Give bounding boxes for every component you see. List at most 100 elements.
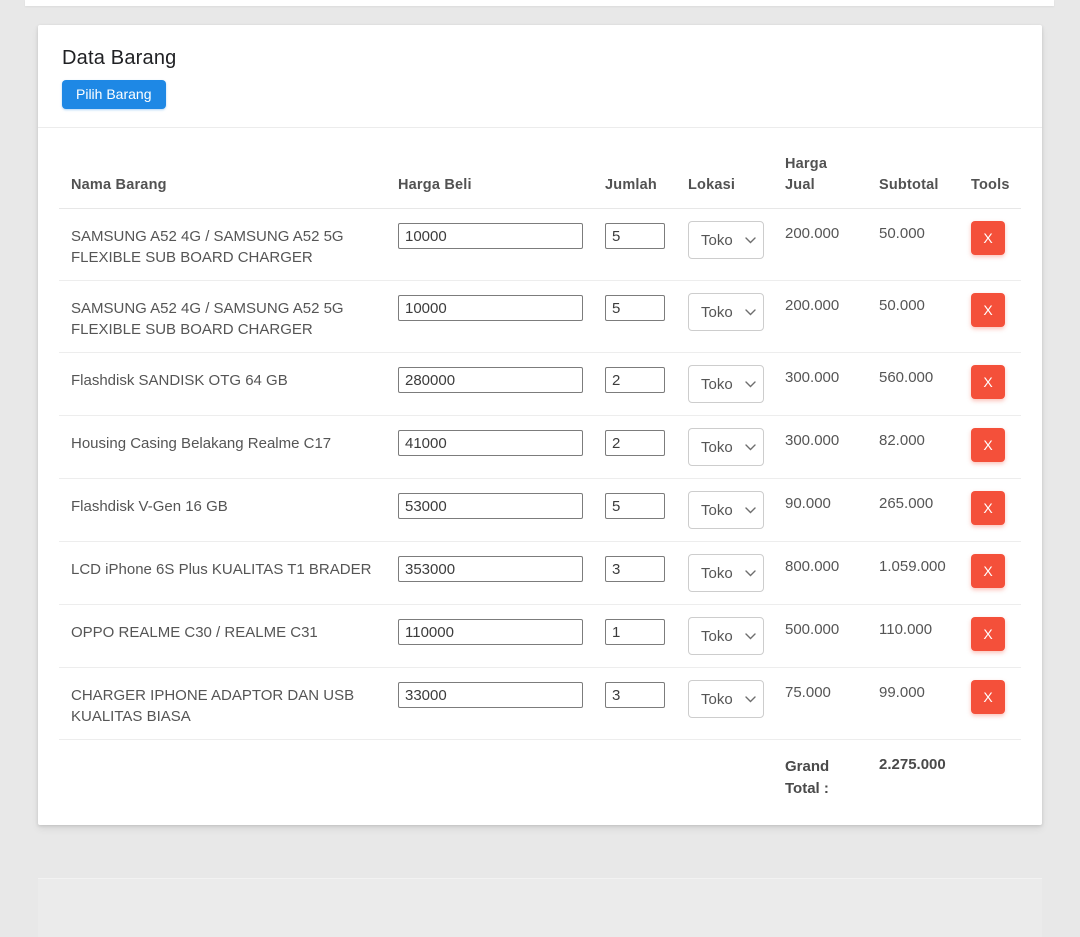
item-name: CHARGER IPHONE ADAPTOR DAN USB KUALITAS …: [59, 668, 386, 740]
column-header-nama-barang: Nama Barang: [59, 142, 386, 209]
jumlah-cell: [593, 281, 676, 353]
item-name: LCD iPhone 6S Plus KUALITAS T1 BRADER: [59, 542, 386, 605]
grand-total-value: 2.275.000: [867, 740, 959, 813]
jumlah-input[interactable]: [605, 619, 665, 645]
subtotal-value: 560.000: [867, 353, 959, 416]
lokasi-select[interactable]: Toko: [688, 680, 764, 718]
lokasi-select[interactable]: Toko: [688, 617, 764, 655]
tools-cell: X: [959, 416, 1021, 479]
item-name: Flashdisk SANDISK OTG 64 GB: [59, 353, 386, 416]
delete-row-button[interactable]: X: [971, 491, 1005, 525]
lokasi-selected-value: Toko: [701, 304, 733, 321]
lokasi-select[interactable]: Toko: [688, 365, 764, 403]
grand-total-tools-spacer: [959, 740, 1021, 813]
harga-beli-input[interactable]: [398, 682, 583, 708]
delete-row-button[interactable]: X: [971, 428, 1005, 462]
harga-beli-input[interactable]: [398, 223, 583, 249]
jumlah-input[interactable]: [605, 367, 665, 393]
table-row: LCD iPhone 6S Plus KUALITAS T1 BRADER To…: [59, 542, 1021, 605]
tools-cell: X: [959, 353, 1021, 416]
harga-beli-input[interactable]: [398, 556, 583, 582]
lokasi-select[interactable]: Toko: [688, 428, 764, 466]
table-header-row: Nama Barang Harga Beli Jumlah Lokasi Har…: [59, 142, 1021, 209]
tools-cell: X: [959, 668, 1021, 740]
tools-cell: X: [959, 605, 1021, 668]
harga-beli-cell: [386, 209, 593, 281]
jumlah-input[interactable]: [605, 223, 665, 249]
table-row: OPPO REALME C30 / REALME C31 Toko 500.00…: [59, 605, 1021, 668]
jumlah-cell: [593, 353, 676, 416]
jumlah-cell: [593, 605, 676, 668]
jumlah-input[interactable]: [605, 430, 665, 456]
jumlah-cell: [593, 416, 676, 479]
harga-beli-input[interactable]: [398, 493, 583, 519]
grand-total-row: Grand Total : 2.275.000: [59, 740, 1021, 813]
lokasi-select[interactable]: Toko: [688, 554, 764, 592]
harga-beli-input[interactable]: [398, 295, 583, 321]
table-header: Nama Barang Harga Beli Jumlah Lokasi Har…: [59, 142, 1021, 209]
lokasi-selected-value: Toko: [701, 502, 733, 519]
card-body: Nama Barang Harga Beli Jumlah Lokasi Har…: [38, 128, 1042, 812]
table-row: Flashdisk V-Gen 16 GB Toko 90.000 265.00…: [59, 479, 1021, 542]
delete-row-button[interactable]: X: [971, 617, 1005, 651]
harga-beli-input[interactable]: [398, 367, 583, 393]
column-header-harga-beli: Harga Beli: [386, 142, 593, 209]
jumlah-input[interactable]: [605, 682, 665, 708]
lokasi-selected-value: Toko: [701, 232, 733, 249]
lokasi-cell: Toko: [676, 605, 773, 668]
delete-row-button[interactable]: X: [971, 293, 1005, 327]
harga-beli-input[interactable]: [398, 619, 583, 645]
column-header-subtotal: Subtotal: [867, 142, 959, 209]
lokasi-selected-value: Toko: [701, 376, 733, 393]
item-name: Flashdisk V-Gen 16 GB: [59, 479, 386, 542]
chevron-down-icon: [745, 381, 756, 388]
jumlah-input[interactable]: [605, 556, 665, 582]
lokasi-cell: Toko: [676, 542, 773, 605]
harga-beli-cell: [386, 479, 593, 542]
lokasi-select[interactable]: Toko: [688, 491, 764, 529]
jumlah-input[interactable]: [605, 295, 665, 321]
lokasi-cell: Toko: [676, 416, 773, 479]
table-row: Housing Casing Belakang Realme C17 Toko …: [59, 416, 1021, 479]
delete-row-button[interactable]: X: [971, 680, 1005, 714]
lokasi-select[interactable]: Toko: [688, 221, 764, 259]
chevron-down-icon: [745, 237, 756, 244]
harga-jual-value: 75.000: [773, 668, 867, 740]
table-body: SAMSUNG A52 4G / SAMSUNG A52 5G FLEXIBLE…: [59, 209, 1021, 740]
harga-beli-input[interactable]: [398, 430, 583, 456]
card-header: Data Barang Pilih Barang: [38, 25, 1042, 128]
lokasi-cell: Toko: [676, 281, 773, 353]
lokasi-cell: Toko: [676, 479, 773, 542]
item-name: OPPO REALME C30 / REALME C31: [59, 605, 386, 668]
column-header-harga-jual: Harga Jual: [773, 142, 867, 209]
chevron-down-icon: [745, 444, 756, 451]
harga-beli-cell: [386, 416, 593, 479]
delete-row-button[interactable]: X: [971, 365, 1005, 399]
harga-jual-value: 300.000: [773, 353, 867, 416]
subtotal-value: 50.000: [867, 281, 959, 353]
harga-beli-cell: [386, 605, 593, 668]
table-row: SAMSUNG A52 4G / SAMSUNG A52 5G FLEXIBLE…: [59, 281, 1021, 353]
top-page-strip: [25, 0, 1054, 6]
harga-jual-value: 800.000: [773, 542, 867, 605]
lokasi-selected-value: Toko: [701, 565, 733, 582]
lokasi-select[interactable]: Toko: [688, 293, 764, 331]
chevron-down-icon: [745, 696, 756, 703]
grand-total-label: Grand Total :: [773, 740, 867, 813]
jumlah-cell: [593, 542, 676, 605]
column-header-tools: Tools: [959, 142, 1021, 209]
chevron-down-icon: [745, 570, 756, 577]
table-row: SAMSUNG A52 4G / SAMSUNG A52 5G FLEXIBLE…: [59, 209, 1021, 281]
delete-row-button[interactable]: X: [971, 221, 1005, 255]
column-header-lokasi: Lokasi: [676, 142, 773, 209]
pilih-barang-button[interactable]: Pilih Barang: [62, 80, 166, 109]
jumlah-input[interactable]: [605, 493, 665, 519]
tools-cell: X: [959, 281, 1021, 353]
lokasi-selected-value: Toko: [701, 691, 733, 708]
delete-row-button[interactable]: X: [971, 554, 1005, 588]
bottom-page-strip: [38, 878, 1042, 937]
tools-cell: X: [959, 209, 1021, 281]
subtotal-value: 265.000: [867, 479, 959, 542]
jumlah-cell: [593, 668, 676, 740]
harga-jual-value: 300.000: [773, 416, 867, 479]
